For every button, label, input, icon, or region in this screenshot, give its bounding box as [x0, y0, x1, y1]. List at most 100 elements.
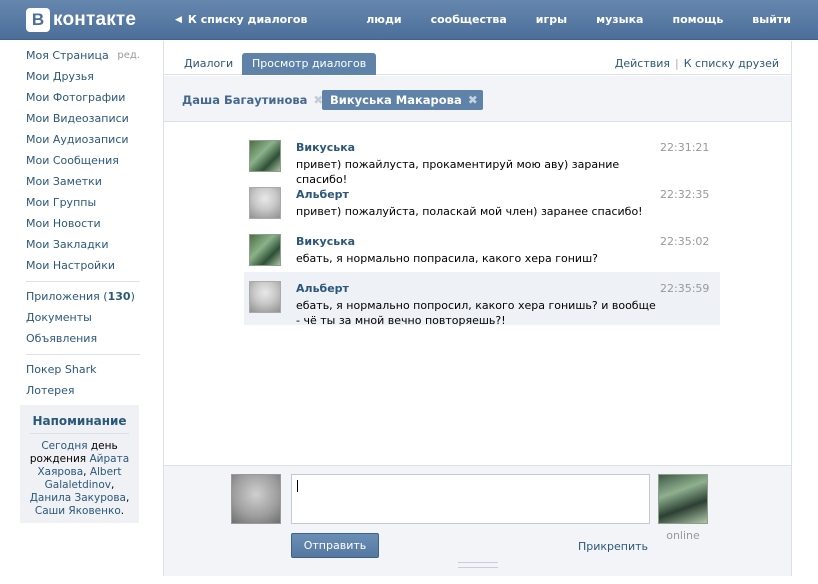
attach-link[interactable]: Прикрепить [578, 540, 648, 553]
logo-text: контакте [53, 9, 137, 30]
avatar[interactable] [249, 234, 281, 266]
sidebar-item-settings[interactable]: Мои Настройки [26, 257, 140, 278]
sidebar-item-label[interactable]: Моя Страница [26, 47, 109, 68]
birthday-person-link[interactable]: Саши Яковенко [35, 505, 121, 517]
top-header: В контакте ◀ К списку диалогов люди сооб… [0, 0, 818, 40]
send-button[interactable]: Отправить [291, 533, 379, 558]
message-author[interactable]: Викуська [296, 141, 355, 154]
message-list: Викуська 22:31:21 привет) пожайлуста, пр… [244, 131, 720, 327]
message-text: ебать, я нормально попрасила, какого хер… [296, 252, 598, 265]
avatar[interactable] [249, 140, 281, 172]
sidebar-item-label[interactable]: Мои Закладки [26, 236, 108, 257]
sidebar-item-messages[interactable]: Мои Сообщения [26, 152, 140, 173]
sidebar-item-label[interactable]: Мои Аудиозаписи [26, 131, 129, 152]
sidebar-item-notes[interactable]: Мои Заметки [26, 173, 140, 194]
online-status: online [666, 529, 700, 542]
my-avatar[interactable] [231, 474, 281, 524]
message-author[interactable]: Викуська [296, 235, 355, 248]
sidebar-item-news[interactable]: Мои Новости [26, 215, 140, 236]
sidebar-item-apps[interactable]: Приложения (130) [26, 288, 140, 309]
sidebar-item-label[interactable]: Мои Заметки [26, 173, 102, 194]
sidebar-item-label[interactable]: Мои Фотографии [26, 89, 125, 110]
message-author[interactable]: Альберт [296, 188, 349, 201]
apps-label: Приложения ( [26, 290, 108, 303]
nav-music[interactable]: музыка [596, 13, 643, 26]
tab-dialogs[interactable]: Диалоги [174, 53, 243, 75]
nav-people[interactable]: люди [366, 13, 401, 26]
message-time: 22:35:59 [660, 282, 710, 295]
nav-help[interactable]: помощь [672, 13, 723, 26]
message-text: привет) пожалуйста, полаcкай мой член) з… [296, 205, 643, 218]
friends-list-link[interactable]: К списку друзей [684, 57, 779, 70]
sidebar-item-poker[interactable]: Покер Shark [26, 361, 140, 382]
message-item: Альберт 22:35:59 ебать, я нормально попр… [244, 272, 720, 327]
sidebar-divider [26, 354, 140, 355]
reminder-title: Напоминание [30, 414, 129, 434]
tab-actions: Действия | К списку друзей [615, 57, 779, 70]
resize-grip[interactable] [458, 562, 498, 568]
tabs-bar: Диалоги Просмотр диалогов Действия | К спи… [164, 41, 791, 75]
sidebar-item-label[interactable]: Документы [26, 309, 92, 330]
text-caret [297, 480, 298, 492]
sidebar-item-label[interactable]: Мои Видеозаписи [26, 110, 129, 131]
sidebar-item-photos[interactable]: Мои Фотографии [26, 89, 140, 110]
comma: , [125, 492, 130, 504]
reminder-body: Сегодня день рождения Айрата Хаярова, Al… [20, 440, 139, 518]
participant-tab-active[interactable]: Викуська Макарова ✖ [322, 90, 483, 110]
logo-icon: В [26, 8, 50, 32]
sidebar-item-label[interactable]: Лотерея [26, 382, 75, 403]
sidebar-item-label[interactable]: Мои Друзья [26, 68, 94, 89]
sidebar-item-label[interactable]: Мои Новости [26, 215, 101, 236]
recipient-avatar[interactable] [658, 474, 708, 524]
sidebar-item-label[interactable]: Мои Настройки [26, 257, 115, 278]
message-time: 22:32:35 [660, 188, 710, 201]
sidebar-item-bookmarks[interactable]: Мои Закладки [26, 236, 140, 257]
nav-communities[interactable]: сообщества [431, 13, 507, 26]
birthday-reminder: Напоминание Сегодня день рождения Айрата… [20, 405, 139, 523]
sidebar-item-videos[interactable]: Мои Видеозаписи [26, 110, 140, 131]
sidebar-item-friends[interactable]: Мои Друзья [26, 68, 140, 89]
message-item: Викуська 22:35:02 ебать, я нормально поп… [244, 225, 720, 272]
birthday-person-link[interactable]: Данила Закурова [30, 492, 126, 504]
participant-tab[interactable]: Даша Багаутинова ✖ [182, 90, 323, 110]
message-input[interactable] [291, 474, 650, 524]
sidebar-item-lottery[interactable]: Лотерея [26, 382, 140, 403]
edit-profile-link[interactable]: ред. [117, 47, 140, 68]
separator: | [675, 57, 679, 70]
sidebar-item-my-page[interactable]: Моя Страница ред. [26, 47, 140, 68]
message-time: 22:31:21 [660, 141, 710, 154]
avatar[interactable] [249, 187, 281, 219]
sidebar-item-label[interactable]: Объявления [26, 330, 97, 351]
top-nav: люди сообщества игры музыка помощь выйти [337, 13, 791, 26]
sidebar-item-groups[interactable]: Мои Группы [26, 194, 140, 215]
close-icon[interactable]: ✖ [468, 90, 478, 110]
back-to-dialogs-label: К списку диалогов [187, 13, 308, 26]
sidebar-item-label[interactable]: Приложения (130) [26, 288, 135, 309]
sidebar-item-ads[interactable]: Объявления [26, 330, 140, 351]
sidebar-item-label[interactable]: Мои Сообщения [26, 152, 119, 173]
participant-name[interactable]: Даша Багаутинова [182, 90, 307, 110]
tab-view-dialogs[interactable]: Просмотр диалогов [242, 53, 377, 75]
apps-count: 130 [107, 290, 131, 303]
message-text: ебать, я нормально попросил, какого хера… [296, 299, 656, 327]
message-author[interactable]: Альберт [296, 282, 349, 295]
comma: , [83, 466, 90, 478]
back-to-dialogs-link[interactable]: ◀ К списку диалогов [175, 13, 307, 26]
message-item: Альберт 22:32:35 привет) пожалуйста, пол… [244, 178, 720, 225]
participant-name[interactable]: Викуська Макарова [330, 90, 462, 110]
sidebar-item-audio[interactable]: Мои Аудиозаписи [26, 131, 140, 152]
sidebar-item-label[interactable]: Покер Shark [26, 361, 96, 382]
avatar[interactable] [249, 281, 281, 313]
sidebar-item-label[interactable]: Мои Группы [26, 194, 96, 215]
period: . [120, 505, 125, 517]
comma: , [110, 479, 115, 491]
today-link[interactable]: Сегодня [41, 440, 87, 452]
nav-games[interactable]: игры [536, 13, 567, 26]
message-time: 22:35:02 [660, 235, 710, 248]
nav-logout[interactable]: выйти [752, 13, 791, 26]
actions-link[interactable]: Действия [615, 57, 670, 70]
vk-logo[interactable]: В контакте [26, 8, 136, 32]
sidebar-item-documents[interactable]: Документы [26, 309, 140, 330]
dialog-participants: Даша Багаутинова ✖ Викуська Макарова ✖ [164, 76, 791, 122]
chevron-left-icon: ◀ [175, 14, 182, 25]
